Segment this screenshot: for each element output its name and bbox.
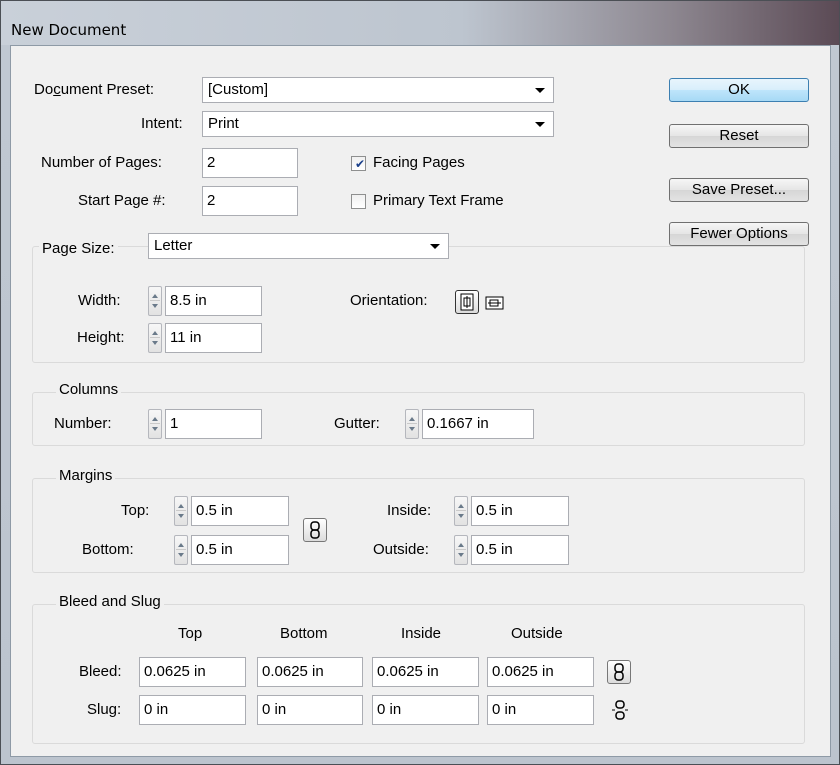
stepper-up-icon	[178, 543, 184, 547]
slug-bottom-input[interactable]: 0 in	[257, 695, 363, 725]
page-size-value: Letter	[154, 237, 193, 254]
number-of-pages-label: Number of Pages:	[41, 154, 162, 171]
columns-title: Columns	[56, 381, 122, 398]
stepper-down-icon	[458, 514, 464, 518]
height-stepper[interactable]	[148, 323, 162, 353]
portrait-orientation-icon[interactable]	[455, 290, 479, 314]
stepper-up-icon	[152, 417, 158, 421]
page-size-dropdown[interactable]: Letter	[148, 233, 449, 259]
column-header-inside: Inside	[401, 625, 442, 642]
checkmark-icon: ✔	[355, 157, 366, 171]
landscape-orientation-icon[interactable]	[484, 292, 506, 314]
stepper-down-icon	[152, 427, 158, 431]
height-input[interactable]: 11 in	[165, 323, 262, 353]
chain-link-icon[interactable]	[303, 518, 327, 542]
facing-pages-label[interactable]: Facing Pages	[373, 154, 465, 171]
columns-number-stepper[interactable]	[148, 409, 162, 439]
margins-group	[32, 478, 805, 573]
intent-dropdown[interactable]: Print	[202, 111, 554, 137]
orientation-label: Orientation:	[350, 292, 428, 309]
bleed-and-slug-title: Bleed and Slug	[56, 593, 164, 610]
chevron-down-icon	[535, 88, 545, 93]
width-input[interactable]: 8.5 in	[165, 286, 262, 316]
stepper-up-icon	[152, 294, 158, 298]
margin-outside-input[interactable]: 0.5 in	[471, 535, 569, 565]
column-header-top: Top	[178, 625, 203, 642]
stepper-up-icon	[409, 417, 415, 421]
margin-top-label: Top:	[121, 502, 150, 519]
save-preset-button[interactable]: Save Preset...	[669, 178, 809, 202]
primary-text-frame-label[interactable]: Primary Text Frame	[373, 192, 504, 209]
columns-number-input[interactable]: 1	[165, 409, 262, 439]
primary-text-frame-checkbox[interactable]	[351, 194, 366, 209]
margin-outside-label: Outside:	[373, 541, 429, 558]
number-of-pages-input[interactable]: 2	[202, 148, 298, 178]
column-header-outside: Outside	[511, 625, 563, 642]
fewer-options-button[interactable]: Fewer Options	[669, 222, 809, 246]
start-page-label: Start Page #:	[78, 192, 166, 209]
intent-label: Intent:	[141, 115, 183, 132]
margin-bottom-stepper[interactable]	[174, 535, 188, 565]
stepper-up-icon	[178, 504, 184, 508]
gutter-stepper[interactable]	[405, 409, 419, 439]
margin-top-stepper[interactable]	[174, 496, 188, 526]
chevron-down-icon	[535, 122, 545, 127]
stepper-down-icon	[409, 427, 415, 431]
margin-bottom-label: Bottom:	[82, 541, 134, 558]
page-size-label: Page Size:	[39, 240, 118, 257]
title-bar[interactable]: New Document	[1, 1, 839, 45]
broken-chain-link-icon[interactable]	[609, 699, 631, 721]
margin-top-input[interactable]: 0.5 in	[191, 496, 289, 526]
ok-button[interactable]: OK	[669, 78, 809, 102]
stepper-down-icon	[458, 553, 464, 557]
start-page-input[interactable]: 2	[202, 186, 298, 216]
gutter-label: Gutter:	[334, 415, 380, 432]
bleed-bottom-input[interactable]: 0.0625 in	[257, 657, 363, 687]
columns-number-label: Number:	[54, 415, 112, 432]
height-label: Height:	[77, 329, 125, 346]
slug-label: Slug:	[87, 701, 122, 718]
document-preset-dropdown[interactable]: [Custom]	[202, 77, 554, 103]
gutter-input[interactable]: 0.1667 in	[422, 409, 534, 439]
window-title: New Document	[11, 21, 127, 39]
margin-inside-label: Inside:	[387, 502, 432, 519]
bleed-label: Bleed:	[79, 663, 122, 680]
stepper-up-icon	[152, 331, 158, 335]
bleed-outside-input[interactable]: 0.0625 in	[487, 657, 594, 687]
stepper-up-icon	[458, 543, 464, 547]
intent-value: Print	[208, 115, 239, 132]
stepper-down-icon	[178, 514, 184, 518]
width-label: Width:	[78, 292, 121, 309]
reset-button[interactable]: Reset	[669, 124, 809, 148]
margin-outside-stepper[interactable]	[454, 535, 468, 565]
slug-top-input[interactable]: 0 in	[139, 695, 246, 725]
bleed-top-input[interactable]: 0.0625 in	[139, 657, 246, 687]
margin-inside-input[interactable]: 0.5 in	[471, 496, 569, 526]
document-preset-label: Document Preset:	[34, 81, 155, 98]
stepper-down-icon	[152, 341, 158, 345]
width-stepper[interactable]	[148, 286, 162, 316]
column-header-bottom: Bottom	[280, 625, 328, 642]
stepper-up-icon	[458, 504, 464, 508]
dialog-body: Document Preset: [Custom] Intent: Print …	[10, 45, 831, 757]
slug-outside-input[interactable]: 0 in	[487, 695, 594, 725]
stepper-down-icon	[178, 553, 184, 557]
chevron-down-icon	[430, 244, 440, 249]
new-document-dialog: New Document Document Preset: [Custom] I…	[0, 0, 840, 765]
bleed-inside-input[interactable]: 0.0625 in	[372, 657, 479, 687]
stepper-down-icon	[152, 304, 158, 308]
facing-pages-checkbox[interactable]: ✔	[351, 156, 366, 171]
margin-bottom-input[interactable]: 0.5 in	[191, 535, 289, 565]
bleed-chain-link-icon[interactable]	[607, 660, 631, 684]
slug-inside-input[interactable]: 0 in	[372, 695, 479, 725]
margin-inside-stepper[interactable]	[454, 496, 468, 526]
margins-title: Margins	[56, 467, 116, 484]
document-preset-value: [Custom]	[208, 81, 269, 98]
